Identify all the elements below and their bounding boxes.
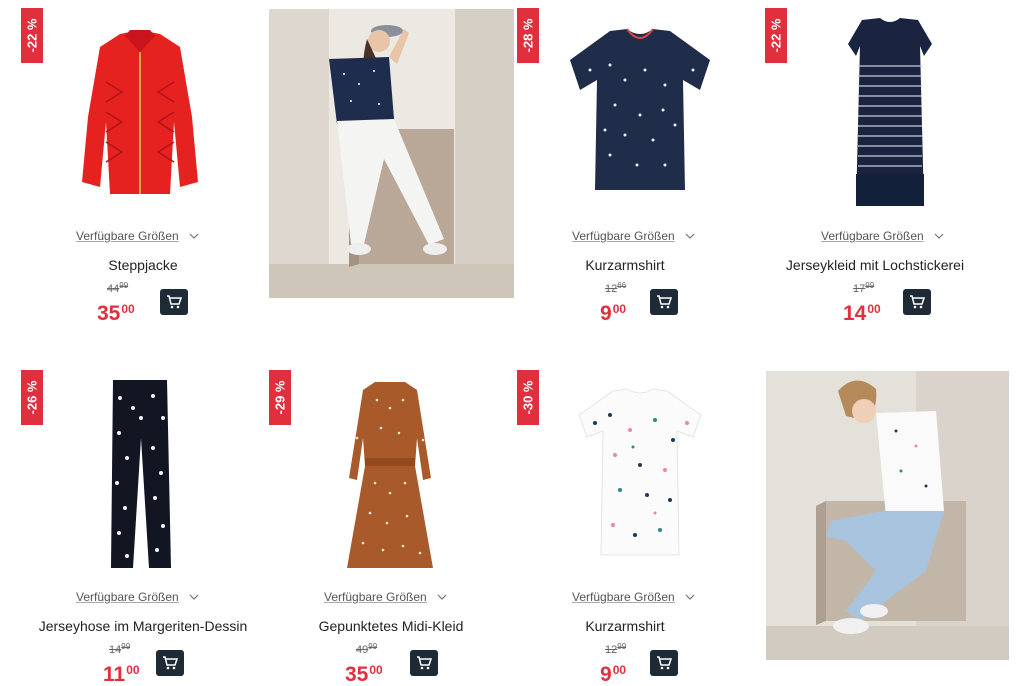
available-sizes-toggle[interactable]: Verfügbare Größen bbox=[572, 590, 695, 604]
product-title[interactable]: Jerseyhose im Margeriten-Dessin bbox=[0, 618, 286, 634]
available-sizes-toggle[interactable]: Verfügbare Größen bbox=[76, 590, 199, 604]
add-to-cart-button[interactable] bbox=[903, 289, 931, 315]
available-sizes-label: Verfügbare Größen bbox=[324, 590, 427, 604]
shopping-cart-icon bbox=[417, 656, 432, 670]
old-price: 1299 bbox=[605, 642, 627, 656]
product-card[interactable]: -28 % Verfügbare Größen Kurzarmshirt 126… bbox=[500, 0, 750, 340]
product-image[interactable] bbox=[70, 22, 210, 202]
sale-price: 1100 bbox=[103, 663, 140, 686]
product-image[interactable] bbox=[840, 16, 940, 211]
available-sizes-label: Verfügbare Größen bbox=[76, 590, 179, 604]
product-title[interactable]: Kurzarmshirt bbox=[500, 618, 750, 634]
available-sizes-label: Verfügbare Größen bbox=[572, 229, 675, 243]
add-to-cart-button[interactable] bbox=[650, 650, 678, 676]
available-sizes-toggle[interactable]: Verfügbare Größen bbox=[76, 229, 199, 243]
add-to-cart-button[interactable] bbox=[160, 289, 188, 315]
discount-badge: -22 % bbox=[765, 8, 787, 63]
shopping-cart-icon bbox=[657, 295, 672, 309]
product-title[interactable]: Kurzarmshirt bbox=[500, 257, 750, 273]
chevron-down-icon bbox=[934, 233, 944, 239]
chevron-down-icon bbox=[685, 233, 695, 239]
available-sizes-label: Verfügbare Größen bbox=[572, 590, 675, 604]
shopping-cart-icon bbox=[657, 656, 672, 670]
product-title[interactable]: Jerseykleid mit Lochstickerei bbox=[750, 257, 1000, 273]
product-title[interactable]: Steppjacke bbox=[0, 257, 286, 273]
shopping-cart-icon bbox=[167, 295, 182, 309]
shopping-cart-icon bbox=[910, 295, 925, 309]
product-image[interactable] bbox=[105, 378, 175, 573]
product-image[interactable] bbox=[575, 385, 705, 560]
old-price: 1799 bbox=[853, 281, 875, 295]
product-card[interactable]: -22 % Verfügbare Größen Jerseykleid mit … bbox=[750, 0, 1024, 340]
sale-price: 900 bbox=[600, 663, 627, 686]
product-card[interactable]: -22 % Verfügbare Größen Steppjacke 4499 … bbox=[0, 0, 250, 340]
old-price: 4499 bbox=[107, 281, 129, 295]
sale-price: 900 bbox=[600, 302, 627, 325]
available-sizes-toggle[interactable]: Verfügbare Größen bbox=[324, 590, 447, 604]
add-to-cart-button[interactable] bbox=[410, 650, 438, 676]
discount-badge: -29 % bbox=[269, 370, 291, 425]
lifestyle-photo[interactable] bbox=[766, 371, 1009, 660]
sale-price: 3500 bbox=[345, 663, 383, 686]
sale-price: 3500 bbox=[97, 302, 135, 325]
chevron-down-icon bbox=[189, 233, 199, 239]
product-image[interactable] bbox=[565, 25, 715, 200]
chevron-down-icon bbox=[189, 594, 199, 600]
product-image[interactable] bbox=[345, 378, 435, 573]
model-photo-image bbox=[766, 371, 1009, 660]
product-title[interactable]: Gepunktetes Midi-Kleid bbox=[250, 618, 532, 634]
add-to-cart-button[interactable] bbox=[650, 289, 678, 315]
shopping-cart-icon bbox=[163, 656, 178, 670]
add-to-cart-button[interactable] bbox=[156, 650, 184, 676]
product-card[interactable]: -26 % Verfügbare Größen Jerseyhose im Ma… bbox=[0, 360, 250, 685]
chevron-down-icon bbox=[437, 594, 447, 600]
available-sizes-toggle[interactable]: Verfügbare Größen bbox=[572, 229, 695, 243]
model-photo-image bbox=[269, 9, 514, 298]
discount-badge: -30 % bbox=[517, 370, 539, 425]
product-card[interactable]: -30 % Verfügbare Größen Kurzarmshirt 129… bbox=[500, 360, 750, 685]
chevron-down-icon bbox=[685, 594, 695, 600]
discount-badge: -22 % bbox=[21, 8, 43, 63]
discount-badge: -28 % bbox=[517, 8, 539, 63]
discount-badge: -26 % bbox=[21, 370, 43, 425]
lifestyle-photo[interactable] bbox=[269, 9, 514, 298]
old-price: 4999 bbox=[356, 642, 378, 656]
available-sizes-toggle[interactable]: Verfügbare Größen bbox=[821, 229, 944, 243]
old-price: 1499 bbox=[109, 642, 131, 656]
product-card[interactable]: -29 % Verfügbare Größen Gepunktetes Midi… bbox=[250, 360, 500, 685]
sale-price: 1400 bbox=[843, 302, 881, 325]
old-price: 1266 bbox=[605, 281, 627, 295]
available-sizes-label: Verfügbare Größen bbox=[76, 229, 179, 243]
available-sizes-label: Verfügbare Größen bbox=[821, 229, 924, 243]
